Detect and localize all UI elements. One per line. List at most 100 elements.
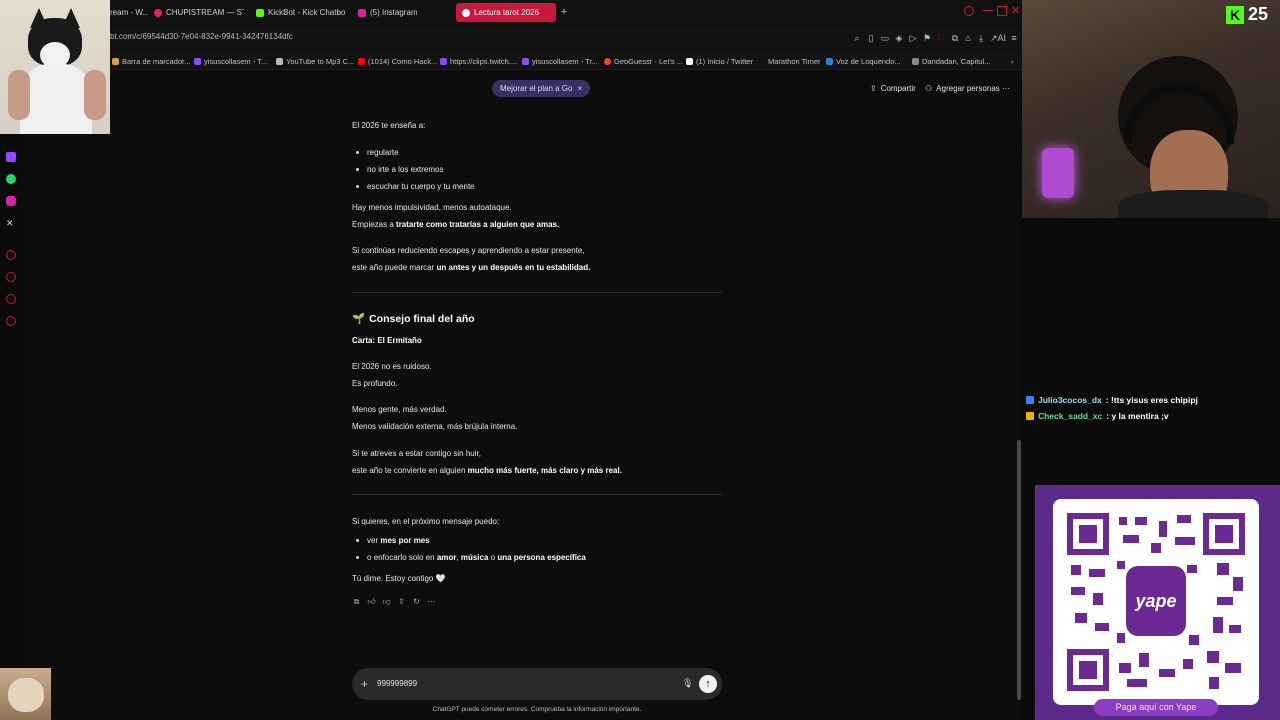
bookmark-item[interactable]: Voz de Loquendo... [826, 55, 901, 67]
bullet-dot [356, 539, 359, 542]
download-icon[interactable]: ⤓ [976, 33, 986, 43]
music-icon[interactable] [6, 250, 16, 260]
chat-text: : y la mentira ;v [1106, 411, 1169, 421]
thumbs-down-icon[interactable]: 👎︎ [382, 597, 391, 606]
bookmark-item[interactable]: yisuscollasem - Tr... [522, 55, 598, 67]
whatsapp-icon[interactable] [6, 174, 16, 184]
paragraph-line: Empiezas a tratarte como tratarías a alg… [352, 220, 559, 229]
viewer-counter: K 25 [1226, 4, 1268, 25]
regenerate-icon[interactable]: ↻ [412, 597, 421, 606]
chat-text: : !tts yisus eres chipipj [1105, 395, 1198, 405]
message-input[interactable]: 999999899 [377, 679, 417, 688]
share-button[interactable]: ⇪ Compartir [870, 84, 916, 93]
tab-lectura-tarot[interactable]: Lectura tarot 2026 [456, 3, 556, 22]
youtube-icon [358, 57, 365, 65]
x-icon[interactable]: ✕ [6, 218, 16, 228]
bookmark-item[interactable]: GeoGuessr - Let's ... [604, 55, 683, 67]
more-options-button[interactable]: ··· [1002, 84, 1010, 93]
loquendo-icon [826, 57, 833, 65]
scrollbar[interactable] [1017, 440, 1021, 700]
close-icon[interactable]: × [577, 84, 582, 93]
history-icon[interactable] [6, 272, 16, 282]
bookmark-label: GeoGuessr - Let's ... [614, 56, 683, 66]
chat-message: Julio3cocos_dx : !tts yisus eres chipipj [1026, 392, 1276, 408]
chat-badge-icon [1026, 396, 1034, 404]
bookmark-item[interactable]: Dandadan, Capitul... [912, 55, 990, 67]
send-button[interactable]: ↑ [699, 675, 717, 693]
menu-icon[interactable]: ≡ [1009, 33, 1019, 43]
paragraph-line: Si quieres, en el próximo mensaje puedo: [352, 517, 500, 526]
paragraph-line: este año puede marcar un antes y un desp… [352, 263, 590, 272]
heart-icon[interactable]: ♡ [936, 33, 946, 43]
instagram-icon[interactable] [6, 196, 16, 206]
paragraph-line: El 2026 no es ruidoso. [352, 362, 432, 371]
section-heading: 🌱 Consejo final del año [352, 312, 475, 326]
more-icon[interactable]: ⋯ [427, 597, 436, 606]
pet-webcam-overlay [0, 668, 51, 720]
shield-icon[interactable]: ◈ [894, 33, 904, 43]
paragraph-line: Menos validación externa, más brújula in… [352, 422, 518, 431]
kick-logo-icon: K [1226, 5, 1244, 24]
upgrade-plan-pill[interactable]: Mejorar el plan a Go × [492, 80, 591, 97]
url-field[interactable]: bt.com/c/69544d30-7e04-832e-9941-3424761… [110, 32, 293, 41]
close-icon[interactable]: ✕ [1011, 6, 1021, 17]
bold-text: un antes y un después en tu estabilidad. [436, 263, 591, 272]
paragraph-line: este año te convierte en alguien mucho m… [352, 466, 622, 475]
paragraph-line: Es profundo. [352, 379, 398, 388]
yape-pay-button[interactable]: Paga aquí con Yape [1094, 699, 1218, 716]
bookmark-label: yisuscollasem - Tr... [532, 56, 598, 66]
bookmarks-overflow-icon[interactable]: › [1011, 55, 1014, 67]
new-tab-button[interactable]: + [558, 5, 570, 19]
ai-icon[interactable]: ↗AI [990, 33, 1006, 43]
extensions-icon[interactable]: ⧉ [950, 33, 960, 43]
copy-icon[interactable]: ⧉ [352, 597, 361, 606]
bookmark-label: Marathon Timer [768, 56, 821, 66]
bookmark-icon[interactable]: ▯ [866, 33, 876, 43]
flag-icon[interactable]: ⚑ [922, 33, 932, 43]
play-icon[interactable]: ▷ [908, 33, 918, 43]
person-icon: ⚇ [925, 84, 933, 93]
notes-icon[interactable] [6, 294, 16, 304]
thumbs-up-icon[interactable]: 👍︎ [367, 597, 376, 606]
bookmark-item[interactable]: Barra de marcador... [112, 55, 190, 67]
message-composer[interactable]: + 999999899 🎙︎ ↑ [352, 668, 722, 700]
tab-chupistream[interactable]: CHUPISTREAM — STREA... [148, 3, 244, 22]
divider [352, 292, 722, 293]
bookmark-item[interactable]: https://clips.twitch.... [440, 55, 517, 67]
microphone [1042, 148, 1074, 198]
gear-icon[interactable] [6, 316, 16, 326]
share-icon[interactable]: ⇪ [397, 597, 406, 606]
page-icon [912, 57, 919, 65]
viewer-count: 25 [1248, 4, 1269, 24]
kickbot-icon [256, 8, 264, 17]
microphone-icon[interactable]: 🎙︎ [682, 678, 693, 689]
text-run: o enfocarlo solo en [367, 553, 437, 562]
disclaimer: ChatGPT puede cometer errores. Comprueba… [432, 706, 642, 713]
bookmark-label: yisuscollasem - T... [204, 56, 268, 66]
profile-icon[interactable] [964, 6, 974, 16]
bookmark-item[interactable]: YouTube to Mp3 C... [276, 55, 354, 67]
add-people-label: Agregar personas [936, 84, 1000, 93]
maximize-icon[interactable] [997, 6, 1007, 16]
youtube-icon [154, 8, 162, 17]
text-run: este año puede marcar [352, 263, 437, 272]
upgrade-label: Mejorar el plan a Go [500, 84, 573, 93]
tab-0[interactable]: ream - W... [104, 3, 148, 22]
minimize-icon[interactable] [983, 10, 993, 11]
tab-label: CHUPISTREAM — STREA... [166, 8, 244, 17]
tab-instagram[interactable]: (5) Instagram [352, 3, 448, 22]
bookmark-item[interactable]: (1014) Como Hack... [358, 55, 437, 67]
bullet-dot [356, 168, 359, 171]
twitch-icon[interactable] [6, 152, 16, 162]
tab-kickbot[interactable]: KickBot - Kick Chatbot, A... [250, 3, 346, 22]
add-people-button[interactable]: ⚇ Agregar personas [925, 84, 1000, 93]
zoom-icon[interactable]: ⌕ [852, 33, 862, 43]
message-actions: ⧉ 👍︎ 👎︎ ⇪ ↻ ⋯ [352, 597, 436, 606]
bookmark-item[interactable]: yisuscollasem - T... [194, 55, 267, 67]
attach-plus-icon[interactable]: + [361, 677, 368, 691]
bookmark-item[interactable]: Marathon Timer [768, 55, 821, 67]
chat-username: Check_sadd_xc [1038, 411, 1103, 421]
lock-icon[interactable]: ⌂ [963, 33, 973, 43]
save-icon[interactable]: ▭ [880, 33, 890, 43]
bookmark-item[interactable]: (1) Inicio / Twitter [686, 55, 753, 67]
